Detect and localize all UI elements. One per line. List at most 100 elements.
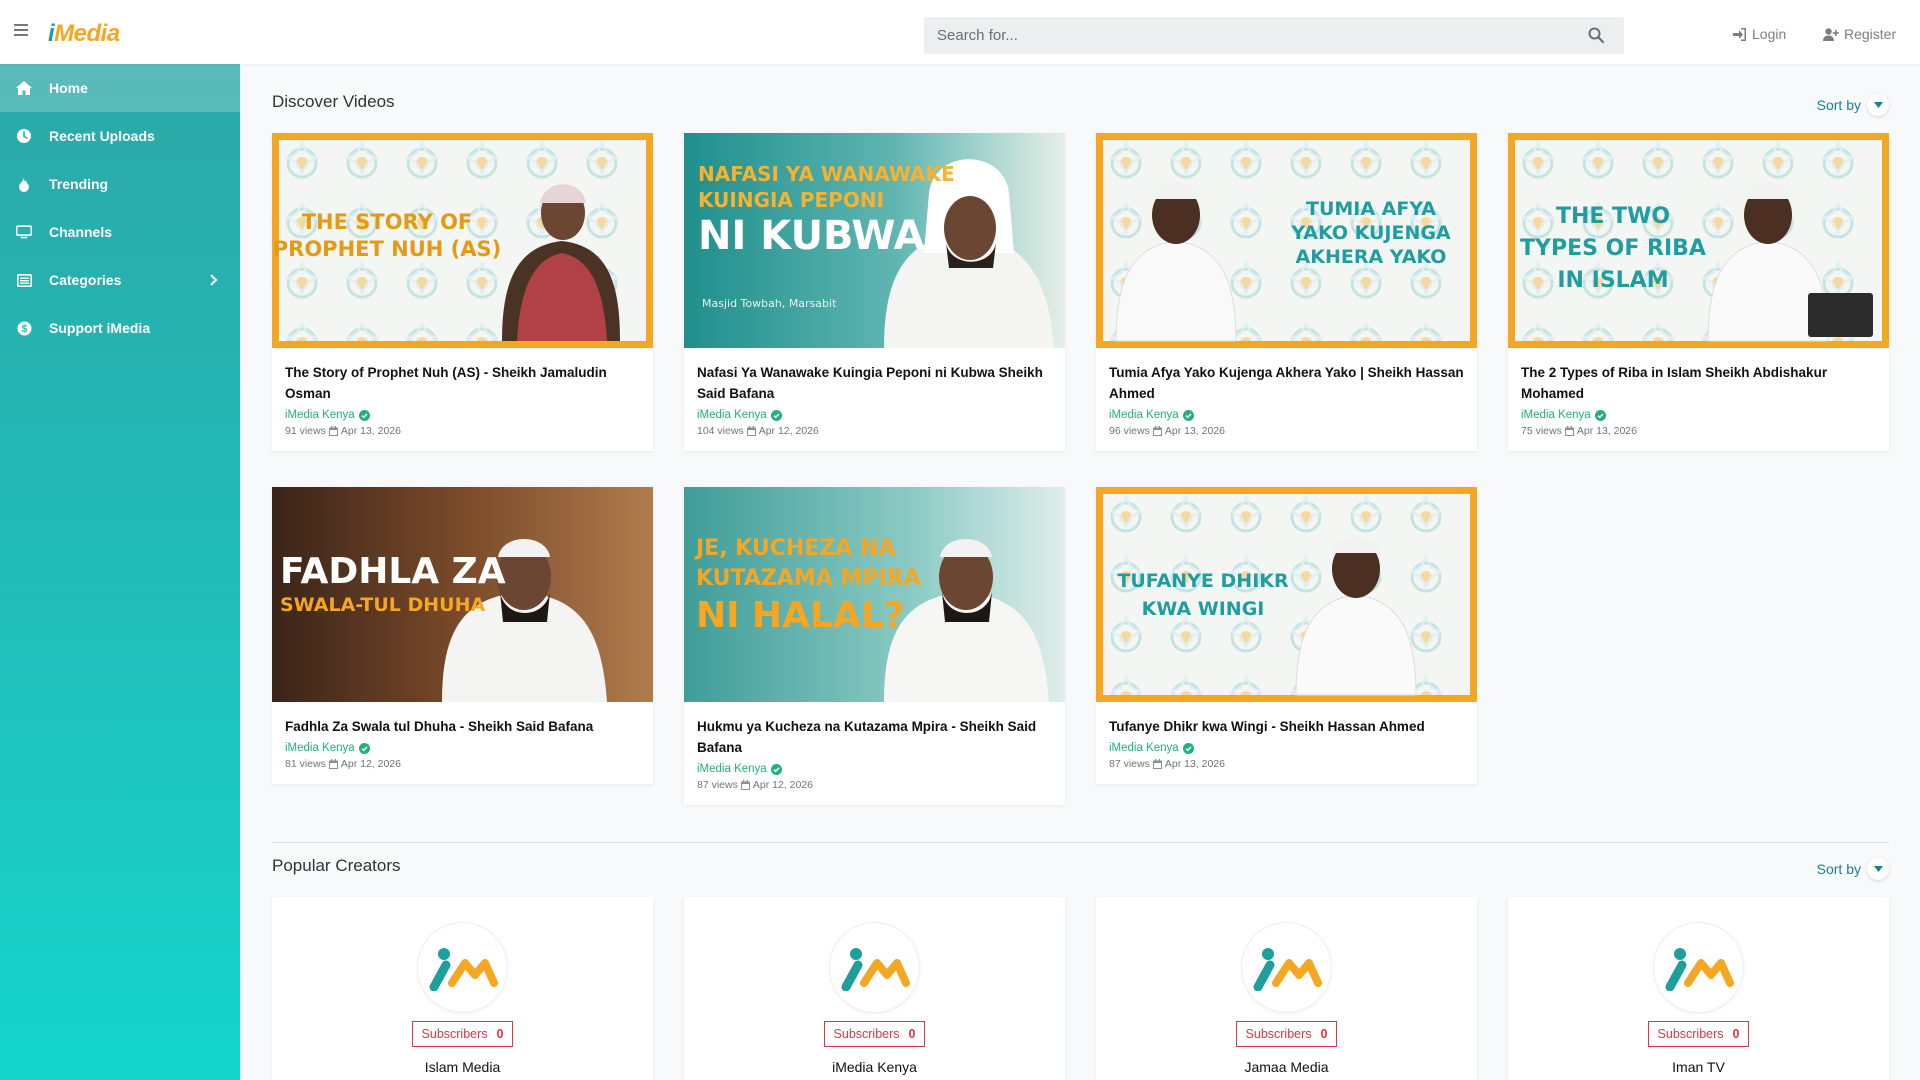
channel-name: iMedia Kenya: [697, 763, 767, 775]
channel-link[interactable]: iMedia Kenya: [1521, 409, 1876, 421]
sidebar-item-categories[interactable]: Categories: [0, 256, 240, 304]
top-bar: iMedia Login Register: [0, 0, 1920, 64]
section-title: Discover Videos: [272, 92, 395, 111]
thumbnail-text: TUFANYE DHIKR: [1117, 570, 1289, 592]
video-thumbnail[interactable]: TUFANYE DHIKR KWA WINGI: [1096, 487, 1477, 702]
creator-card[interactable]: Subscribers 0 Jamaa Media: [1096, 897, 1477, 1080]
channel-name: iMedia Kenya: [1521, 409, 1591, 421]
subscribers-label: Subscribers: [1657, 1027, 1724, 1041]
subscribe-button[interactable]: Subscribers 0: [823, 1021, 926, 1047]
subscribe-button[interactable]: Subscribers 0: [1235, 1021, 1338, 1047]
sidebar-item-home[interactable]: Home: [0, 64, 240, 112]
video-meta: 96 views Apr 13, 2026: [1109, 425, 1464, 437]
view-count: 87 views: [697, 779, 738, 791]
sort-by-dropdown[interactable]: Sort by: [1817, 94, 1889, 116]
sidebar-item-label: Support iMedia: [49, 320, 151, 336]
subscribe-button[interactable]: Subscribers 0: [411, 1021, 514, 1047]
video-title[interactable]: The Story of Prophet Nuh (AS) - Sheikh J…: [285, 362, 640, 404]
login-link[interactable]: Login: [1733, 26, 1786, 42]
menu-icon[interactable]: [14, 24, 28, 36]
video-card[interactable]: THE TWO TYPES OF RIBA IN ISLAM The 2 Typ…: [1508, 133, 1889, 451]
sidebar-item-trending[interactable]: Trending: [0, 160, 240, 208]
thumbnail-text: AKHERA YAKO: [1296, 246, 1447, 268]
search-bar: [924, 17, 1624, 54]
video-title[interactable]: Hukmu ya Kucheza na Kutazama Mpira - She…: [697, 716, 1052, 758]
verified-check-icon: [1594, 409, 1606, 421]
view-count: 87 views: [1109, 758, 1150, 770]
video-title[interactable]: The 2 Types of Riba in Islam Sheikh Abdi…: [1521, 362, 1876, 404]
upload-date: Apr 13, 2026: [1164, 425, 1225, 437]
verified-check-icon: [1182, 409, 1194, 421]
creator-avatar[interactable]: [418, 923, 507, 1012]
thumbnail-text: KUINGIA PEPONI: [698, 188, 884, 212]
video-thumbnail[interactable]: NAFASI YA WANAWAKE KUINGIA PEPONI NI KUB…: [684, 133, 1065, 348]
channel-name: iMedia Kenya: [285, 409, 355, 421]
creator-card[interactable]: Subscribers 0 Iman TV: [1508, 897, 1889, 1080]
thumbnail-text: NI KUBWA: [698, 213, 925, 259]
register-link[interactable]: Register: [1823, 26, 1896, 42]
video-thumbnail[interactable]: JE, KUCHEZA NA KUTAZAMA MPIRA NI HALAL?: [684, 487, 1065, 702]
channel-link[interactable]: iMedia Kenya: [1109, 409, 1464, 421]
creator-card[interactable]: Subscribers 0 Islam Media: [272, 897, 653, 1080]
channel-link[interactable]: iMedia Kenya: [285, 742, 640, 754]
sort-by-label: Sort by: [1816, 861, 1861, 877]
verified-check-icon: [770, 763, 782, 775]
channel-name: iMedia Kenya: [697, 409, 767, 421]
sidebar-item-recent-uploads[interactable]: Recent Uploads: [0, 112, 240, 160]
sidebar-item-channels[interactable]: Channels: [0, 208, 240, 256]
subscriber-count: 0: [1320, 1027, 1328, 1041]
view-count: 75 views: [1521, 425, 1562, 437]
video-card[interactable]: THE STORY OF PROPHET NUH (AS) The Story …: [272, 133, 653, 451]
channel-link[interactable]: iMedia Kenya: [285, 409, 640, 421]
video-card[interactable]: TUMIA AFYA YAKO KUJENGA AKHERA YAKO Tumi…: [1096, 133, 1477, 451]
creator-avatar[interactable]: [1654, 923, 1743, 1012]
channel-name: iMedia Kenya: [1109, 409, 1179, 421]
calendar-icon: [746, 426, 756, 436]
video-card[interactable]: FADHLA ZA SWALA-TUL DHUHA Fadhla Za Swal…: [272, 487, 653, 784]
upload-date: Apr 13, 2026: [340, 425, 401, 437]
video-title[interactable]: Nafasi Ya Wanawake Kuingia Peponi ni Kub…: [697, 362, 1052, 404]
channel-link[interactable]: iMedia Kenya: [697, 763, 1052, 775]
thumbnail-text: TUMIA AFYA: [1306, 198, 1436, 220]
subscribers-label: Subscribers: [421, 1027, 488, 1041]
chevron-right-icon: [210, 274, 218, 286]
video-card[interactable]: NAFASI YA WANAWAKE KUINGIA PEPONI NI KUB…: [684, 133, 1065, 451]
video-title[interactable]: Fadhla Za Swala tul Dhuha - Sheikh Said …: [285, 716, 640, 737]
creator-avatar[interactable]: [830, 923, 919, 1012]
verified-check-icon: [358, 409, 370, 421]
imedia-logo[interactable]: i Media: [48, 20, 120, 47]
section-divider: [272, 842, 1889, 843]
video-title[interactable]: Tumia Afya Yako Kujenga Akhera Yako | Sh…: [1109, 362, 1464, 404]
channel-link[interactable]: iMedia Kenya: [1109, 742, 1464, 754]
home-icon: [16, 80, 32, 96]
search-input[interactable]: [924, 17, 1624, 54]
sidebar-item-label: Categories: [49, 272, 122, 288]
sign-in-icon: [1733, 27, 1746, 41]
creator-card[interactable]: Subscribers 0 iMedia Kenya: [684, 897, 1065, 1080]
search-icon[interactable]: [1588, 27, 1604, 43]
view-count: 96 views: [1109, 425, 1150, 437]
video-thumbnail[interactable]: THE TWO TYPES OF RIBA IN ISLAM: [1508, 133, 1889, 348]
thumbnail-text: NAFASI YA WANAWAKE: [698, 162, 955, 186]
subscribe-button[interactable]: Subscribers 0: [1647, 1021, 1750, 1047]
creator-name[interactable]: iMedia Kenya: [684, 1059, 1065, 1075]
video-card[interactable]: JE, KUCHEZA NA KUTAZAMA MPIRA NI HALAL? …: [684, 487, 1065, 805]
creator-avatar[interactable]: [1242, 923, 1331, 1012]
sidebar-item-support[interactable]: $ Support iMedia: [0, 304, 240, 352]
creator-name[interactable]: Iman TV: [1508, 1059, 1889, 1075]
video-thumbnail[interactable]: FADHLA ZA SWALA-TUL DHUHA: [272, 487, 653, 702]
creator-name[interactable]: Islam Media: [272, 1059, 653, 1075]
video-thumbnail[interactable]: THE STORY OF PROPHET NUH (AS): [272, 133, 653, 348]
creator-name[interactable]: Jamaa Media: [1096, 1059, 1477, 1075]
video-meta: 81 views Apr 12, 2026: [285, 758, 640, 770]
verified-check-icon: [770, 409, 782, 421]
channel-link[interactable]: iMedia Kenya: [697, 409, 1052, 421]
video-card[interactable]: TUFANYE DHIKR KWA WINGI Tufanye Dhikr kw…: [1096, 487, 1477, 784]
imedia-logo-icon: [429, 947, 498, 991]
calendar-icon: [1152, 426, 1162, 436]
sort-by-label: Sort by: [1816, 97, 1861, 113]
video-thumbnail[interactable]: TUMIA AFYA YAKO KUJENGA AKHERA YAKO: [1096, 133, 1477, 348]
video-title[interactable]: Tufanye Dhikr kwa Wingi - Sheikh Hassan …: [1109, 716, 1464, 737]
thumbnail-text: FADHLA ZA: [280, 551, 506, 592]
sort-by-dropdown[interactable]: Sort by: [1817, 858, 1889, 880]
